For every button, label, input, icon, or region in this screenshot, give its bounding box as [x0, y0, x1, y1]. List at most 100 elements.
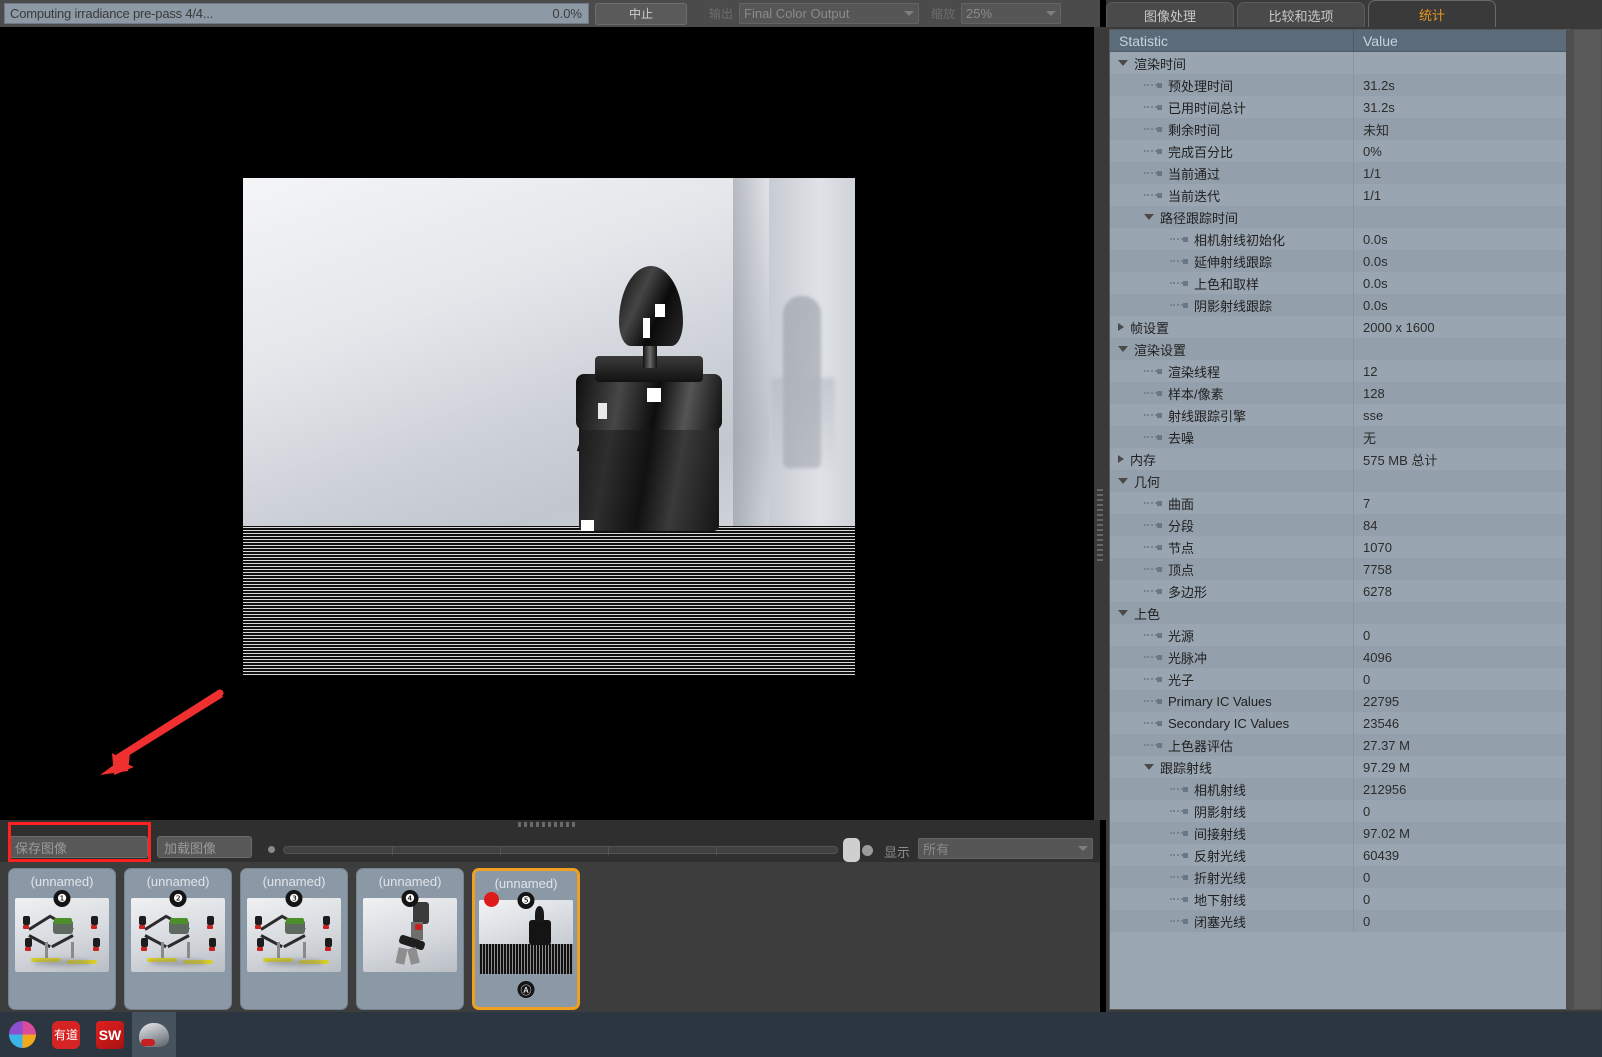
table-row[interactable]: 剩余时间 未知	[1110, 118, 1570, 140]
statistics-scrollbar[interactable]	[1566, 30, 1574, 1010]
chevron-right-icon[interactable]	[1118, 323, 1124, 331]
table-row[interactable]: 去噪 无	[1110, 426, 1570, 448]
table-row[interactable]: 上色	[1110, 602, 1570, 624]
cell-statistic: 地下射线	[1110, 888, 1354, 910]
statistic-label: 延伸射线跟踪	[1194, 254, 1273, 270]
tab-1[interactable]: 比较和选项	[1237, 2, 1365, 27]
table-row[interactable]: 顶点 7758	[1110, 558, 1570, 580]
drone-arm	[144, 914, 168, 931]
statistic-label: 相机射线初始化	[1194, 232, 1286, 248]
table-row[interactable]: 路径跟踪时间	[1110, 206, 1570, 228]
cell-statistic: 渲染时间	[1110, 52, 1354, 74]
table-row[interactable]: 已用时间总计 31.2s	[1110, 96, 1570, 118]
table-row[interactable]: 上色器评估 27.37 M	[1110, 734, 1570, 756]
render-history-strip[interactable]: (unnamed) ❶ (unnamed) ❷ (unnamed) ❸ (unnamed) ❹…	[0, 862, 1100, 1012]
table-row[interactable]: 相机射线 212956	[1110, 778, 1570, 800]
thumbnail-preview	[479, 900, 573, 974]
taskbar-item-solidworks-icon[interactable]: SW	[88, 1012, 132, 1057]
tree-line-icon	[1144, 84, 1157, 86]
progress-status-text: Computing irradiance pre-pass 4/4...	[10, 6, 214, 21]
table-row[interactable]: 反射光线 60439	[1110, 844, 1570, 866]
chevron-down-icon[interactable]	[1118, 610, 1128, 616]
thumbnail-item-4[interactable]: (unnamed) ❹	[356, 868, 464, 1010]
table-row[interactable]: 分段 84	[1110, 514, 1570, 536]
tree-leaf-icon	[1157, 742, 1162, 748]
statistic-label: 渲染设置	[1134, 342, 1187, 358]
table-row[interactable]: 闭塞光线 0	[1110, 910, 1570, 932]
table-row[interactable]: 地下射线 0	[1110, 888, 1570, 910]
tab-0[interactable]: 图像处理	[1106, 2, 1234, 27]
column-header-value[interactable]: Value	[1354, 30, 1570, 51]
thumbnail-size-slider-knob[interactable]	[843, 838, 860, 862]
chevron-down-icon[interactable]	[1118, 346, 1128, 352]
table-row[interactable]: 光源 0	[1110, 624, 1570, 646]
chevron-down-icon[interactable]	[1118, 60, 1128, 66]
table-row[interactable]: Primary IC Values 22795	[1110, 690, 1570, 712]
load-image-button[interactable]: 加载图像	[157, 836, 252, 858]
thumbnail-number-badge: ❸	[285, 890, 303, 907]
chevron-down-icon[interactable]	[1144, 214, 1154, 220]
table-row[interactable]: 阴影射线跟踪 0.0s	[1110, 294, 1570, 316]
thumbnail-item-5[interactable]: (unnamed) ❺ Ⓐ	[472, 868, 580, 1010]
table-row[interactable]: 折射光线 0	[1110, 866, 1570, 888]
zoom-label: 缩放	[931, 7, 956, 21]
panel-splitter[interactable]	[1094, 27, 1106, 820]
table-row[interactable]: 节点 1070	[1110, 536, 1570, 558]
cell-statistic: 跟踪射线	[1110, 756, 1354, 778]
chevron-right-icon[interactable]	[1118, 455, 1124, 463]
table-body: 渲染时间 预处理时间 31.2s 已用时间总计 31.2s 剩余时间 未知 完成百分比 0% 当前…	[1110, 52, 1570, 932]
tree-line-icon	[1144, 722, 1157, 724]
table-row[interactable]: 延伸射线跟踪 0.0s	[1110, 250, 1570, 272]
save-image-button[interactable]: 保存图像	[8, 836, 148, 858]
statistics-table[interactable]: Statistic Value 渲染时间 预处理时间 31.2s 已用时间总计 31.2…	[1109, 29, 1571, 1010]
table-row[interactable]: 几何	[1110, 470, 1570, 492]
tab-2[interactable]: 统计	[1368, 0, 1496, 27]
table-row[interactable]: 渲染时间	[1110, 52, 1570, 74]
table-row[interactable]: 渲染线程 12	[1110, 360, 1570, 382]
table-row[interactable]: 曲面 7	[1110, 492, 1570, 514]
table-row[interactable]: 帧设置 2000 x 1600	[1110, 316, 1570, 338]
unrendered-floor-region	[243, 526, 855, 675]
drone-accent	[255, 925, 261, 929]
table-row[interactable]: 间接射线 97.02 M	[1110, 822, 1570, 844]
output-select[interactable]: Final Color Output	[739, 3, 920, 24]
table-row[interactable]: 当前通过 1/1	[1110, 162, 1570, 184]
abort-button[interactable]: 中止	[595, 2, 687, 25]
statistic-label: 阴影射线跟踪	[1194, 298, 1273, 314]
table-row[interactable]: Secondary IC Values 23546	[1110, 712, 1570, 734]
table-row[interactable]: 相机射线初始化 0.0s	[1110, 228, 1570, 250]
table-row[interactable]: 上色和取样 0.0s	[1110, 272, 1570, 294]
chevron-down-icon[interactable]	[1144, 764, 1154, 770]
toolbar-drag-grip[interactable]	[518, 822, 578, 827]
statistic-label: 顶点	[1168, 562, 1195, 578]
display-filter-select[interactable]: 所有	[918, 838, 1093, 859]
panel-tab-bar[interactable]: 图像处理 比较和选项 统计	[1106, 0, 1602, 27]
os-taskbar[interactable]: 有道 SW	[0, 1012, 1602, 1057]
taskbar-item-youdao-icon[interactable]: 有道	[44, 1012, 88, 1057]
zoom-select[interactable]: 25%	[961, 3, 1062, 24]
table-row[interactable]: 当前迭代 1/1	[1110, 184, 1570, 206]
table-row[interactable]: 光子 0	[1110, 668, 1570, 690]
taskbar-item-flower-logo-icon[interactable]	[0, 1012, 44, 1057]
table-row[interactable]: 跟踪射线 97.29 M	[1110, 756, 1570, 778]
thumbnail-item-1[interactable]: (unnamed) ❶	[8, 868, 116, 1010]
taskbar-item-keyshot-helmet-icon[interactable]	[132, 1012, 176, 1057]
thumbnail-title: (unnamed)	[262, 874, 326, 889]
render-viewport[interactable]	[0, 27, 1100, 820]
thumbnail-item-3[interactable]: (unnamed) ❸	[240, 868, 348, 1010]
chevron-down-icon[interactable]	[1118, 478, 1128, 484]
table-row[interactable]: 光脉冲 4096	[1110, 646, 1570, 668]
table-row[interactable]: 多边形 6278	[1110, 580, 1570, 602]
cell-value: 4096	[1363, 649, 1392, 665]
column-header-statistic[interactable]: Statistic	[1110, 30, 1354, 51]
thumbnail-item-2[interactable]: (unnamed) ❷	[124, 868, 232, 1010]
table-row[interactable]: 预处理时间 31.2s	[1110, 74, 1570, 96]
table-row[interactable]: 完成百分比 0%	[1110, 140, 1570, 162]
table-row[interactable]: 渲染设置	[1110, 338, 1570, 360]
table-row[interactable]: 阴影射线 0	[1110, 800, 1570, 822]
tree-line-icon	[1144, 634, 1157, 636]
table-row[interactable]: 样本/像素 128	[1110, 382, 1570, 404]
table-row[interactable]: 射线跟踪引擎 sse	[1110, 404, 1570, 426]
thumbnail-size-slider[interactable]	[283, 846, 838, 855]
table-row[interactable]: 内存 575 MB 总计	[1110, 448, 1570, 470]
